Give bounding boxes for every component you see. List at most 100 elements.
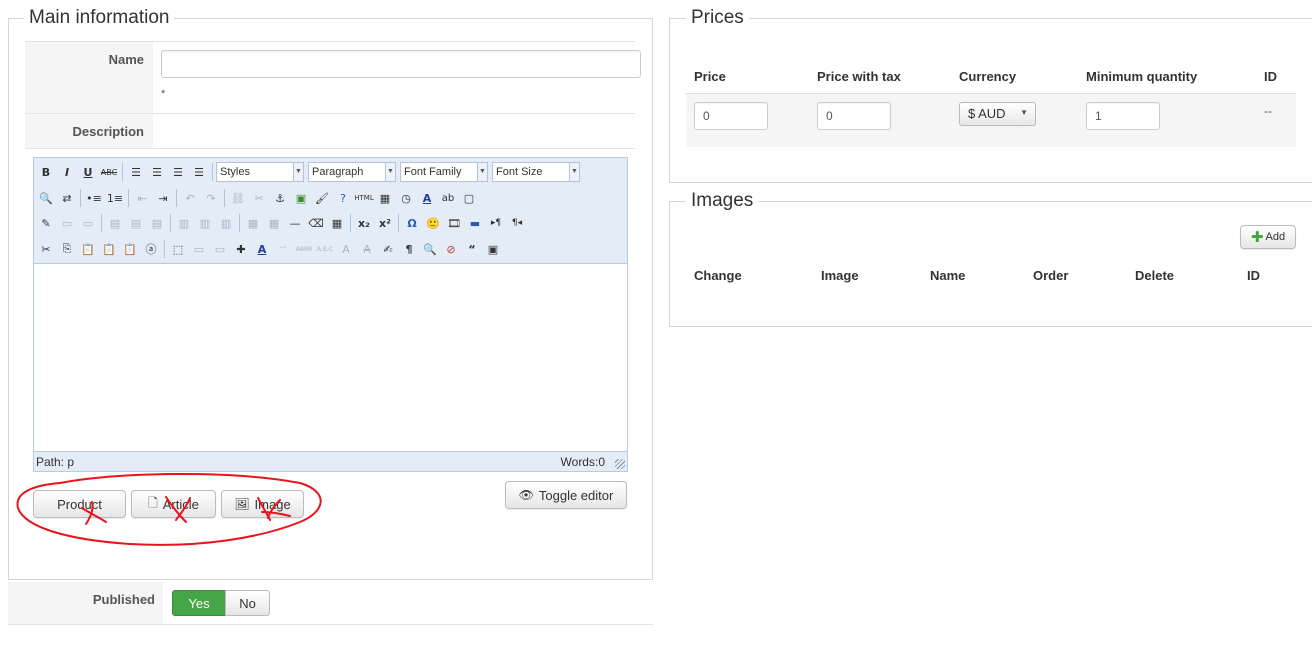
price-input[interactable] <box>694 102 768 130</box>
italic-icon[interactable]: I <box>57 162 77 182</box>
move-backward-icon[interactable]: ▭ <box>210 239 230 259</box>
superscript-icon[interactable]: x² <box>375 213 395 233</box>
bullet-list-icon[interactable]: •≡ <box>84 188 104 208</box>
image-header: Image <box>821 268 859 283</box>
table-col-before-icon[interactable]: ▥ <box>174 213 194 233</box>
move-forward-icon[interactable]: ▭ <box>189 239 209 259</box>
cut-icon[interactable]: ✂ <box>36 239 56 259</box>
published-yes-button[interactable]: Yes <box>172 590 226 616</box>
paste-text-icon[interactable]: 📋 <box>99 239 119 259</box>
table-row-after-icon[interactable]: ▤ <box>126 213 146 233</box>
layer-move-icon[interactable]: ▭ <box>78 213 98 233</box>
insertion-icon[interactable]: A <box>357 239 377 259</box>
insert-time-icon[interactable]: ◷ <box>396 188 416 208</box>
styles-props-icon[interactable]: A <box>252 239 272 259</box>
order-header: Order <box>1033 268 1069 283</box>
insert-image-button[interactable]: 🖼 Image <box>221 490 304 518</box>
add-image-button[interactable]: ✚ Add <box>1240 225 1296 249</box>
ltr-icon[interactable]: ▸¶ <box>486 213 506 233</box>
merge-cells-icon[interactable]: ▦ <box>264 213 284 233</box>
acronym-icon[interactable]: A.B.C <box>315 239 335 259</box>
cite-icon[interactable]: “” <box>273 239 293 259</box>
text-color-icon[interactable]: A <box>417 188 437 208</box>
insert-image-icon[interactable]: ▣ <box>291 188 311 208</box>
editor-content-area[interactable] <box>34 264 627 451</box>
table-row-before-icon[interactable]: ▤ <box>105 213 125 233</box>
bold-icon[interactable]: B <box>36 162 56 182</box>
html-icon[interactable]: HTML <box>354 188 374 208</box>
strikethrough-icon[interactable]: ABC <box>99 162 119 182</box>
media-icon[interactable]: 🎞 <box>444 213 464 233</box>
format-select[interactable]: Paragraph ▼ <box>308 162 396 182</box>
insert-field-icon[interactable]: ▬ <box>465 213 485 233</box>
font-family-select[interactable]: Font Family ▼ <box>400 162 488 182</box>
show-blocks-icon[interactable]: ¶ <box>399 239 419 259</box>
emoticon-icon[interactable]: 🙂 <box>423 213 443 233</box>
unlink-icon[interactable]: ✂ <box>249 188 269 208</box>
deletion-icon[interactable]: A <box>336 239 356 259</box>
template-icon[interactable]: ▣ <box>483 239 503 259</box>
fullscreen-icon[interactable]: ▢ <box>459 188 479 208</box>
align-right-icon[interactable]: ☰ <box>168 162 188 182</box>
paste-word-icon[interactable]: 📋 <box>120 239 140 259</box>
horizontal-rule-icon[interactable]: — <box>285 213 305 233</box>
select-all-icon[interactable]: ⓐ <box>141 239 161 259</box>
currency-select-value: $ AUD <box>968 106 1006 121</box>
divider <box>8 624 653 625</box>
insert-table-icon[interactable]: ▦ <box>327 213 347 233</box>
insert-article-button[interactable]: 🗋 Article <box>131 490 216 518</box>
special-char-icon[interactable]: Ω <box>402 213 422 233</box>
toggle-editor-label: Toggle editor <box>538 487 614 503</box>
visual-aid-icon[interactable]: ⬚ <box>168 239 188 259</box>
editor-toolbar: B I U ABC ☰ ☰ ☰ ☰ Styles ▼ Paragraph ▼ Fon… <box>34 158 627 264</box>
toolbar-separator <box>170 214 171 232</box>
underline-icon[interactable]: U <box>78 162 98 182</box>
paste-icon[interactable]: 📋 <box>78 239 98 259</box>
highlight-color-icon[interactable]: ab <box>438 188 458 208</box>
name-input[interactable] <box>161 50 641 78</box>
toolbar-separator <box>212 163 213 181</box>
preview-icon[interactable]: 🔍 <box>420 239 440 259</box>
find-icon[interactable]: 🔍 <box>36 188 56 208</box>
replace-icon[interactable]: ⇄ <box>57 188 77 208</box>
rtl-icon[interactable]: ¶◂ <box>507 213 527 233</box>
align-center-icon[interactable]: ☰ <box>147 162 167 182</box>
absolute-position-icon[interactable]: ✚ <box>231 239 251 259</box>
published-no-button[interactable]: No <box>225 590 270 616</box>
insert-product-button[interactable]: Product <box>33 490 126 518</box>
table-delete-col-icon[interactable]: ▥ <box>216 213 236 233</box>
edit-css-icon[interactable]: ✎ <box>36 213 56 233</box>
link-icon[interactable]: ⛓ <box>228 188 248 208</box>
currency-select[interactable]: $ AUD ▼ <box>959 102 1036 126</box>
blockquote-icon[interactable]: “ <box>462 239 482 259</box>
toggle-editor-button[interactable]: 👁 Toggle editor <box>505 481 627 509</box>
layer-icon[interactable]: ▭ <box>57 213 77 233</box>
numbered-list-icon[interactable]: 1≡ <box>105 188 125 208</box>
split-cells-icon[interactable]: ▦ <box>243 213 263 233</box>
remove-format-icon[interactable]: ⌫ <box>306 213 326 233</box>
help-icon[interactable]: ? <box>333 188 353 208</box>
minimum-quantity-input[interactable] <box>1086 102 1160 130</box>
abbreviation-icon[interactable]: ABBR <box>294 239 314 259</box>
attributes-icon[interactable]: ✍ <box>378 239 398 259</box>
redo-icon[interactable]: ↷ <box>201 188 221 208</box>
table-col-after-icon[interactable]: ▥ <box>195 213 215 233</box>
price-with-tax-input[interactable] <box>817 102 891 130</box>
styles-select[interactable]: Styles ▼ <box>216 162 304 182</box>
undo-icon[interactable]: ↶ <box>180 188 200 208</box>
copy-icon[interactable]: ⎘ <box>57 239 77 259</box>
divider <box>25 148 635 149</box>
align-left-icon[interactable]: ☰ <box>126 162 146 182</box>
resize-grip-icon[interactable] <box>615 459 625 469</box>
eye-icon: 👁 <box>518 488 534 502</box>
subscript-icon[interactable]: x₂ <box>354 213 374 233</box>
table-delete-row-icon[interactable]: ▤ <box>147 213 167 233</box>
indent-icon[interactable]: ⇥ <box>153 188 173 208</box>
anchor-icon[interactable]: ⚓ <box>270 188 290 208</box>
font-size-select[interactable]: Font Size ▼ <box>492 162 580 182</box>
outdent-icon[interactable]: ⇤ <box>132 188 152 208</box>
non-breaking-icon[interactable]: ⊘ <box>441 239 461 259</box>
align-justify-icon[interactable]: ☰ <box>189 162 209 182</box>
cleanup-icon[interactable]: 🖌 <box>312 188 332 208</box>
insert-date-icon[interactable]: ▦ <box>375 188 395 208</box>
